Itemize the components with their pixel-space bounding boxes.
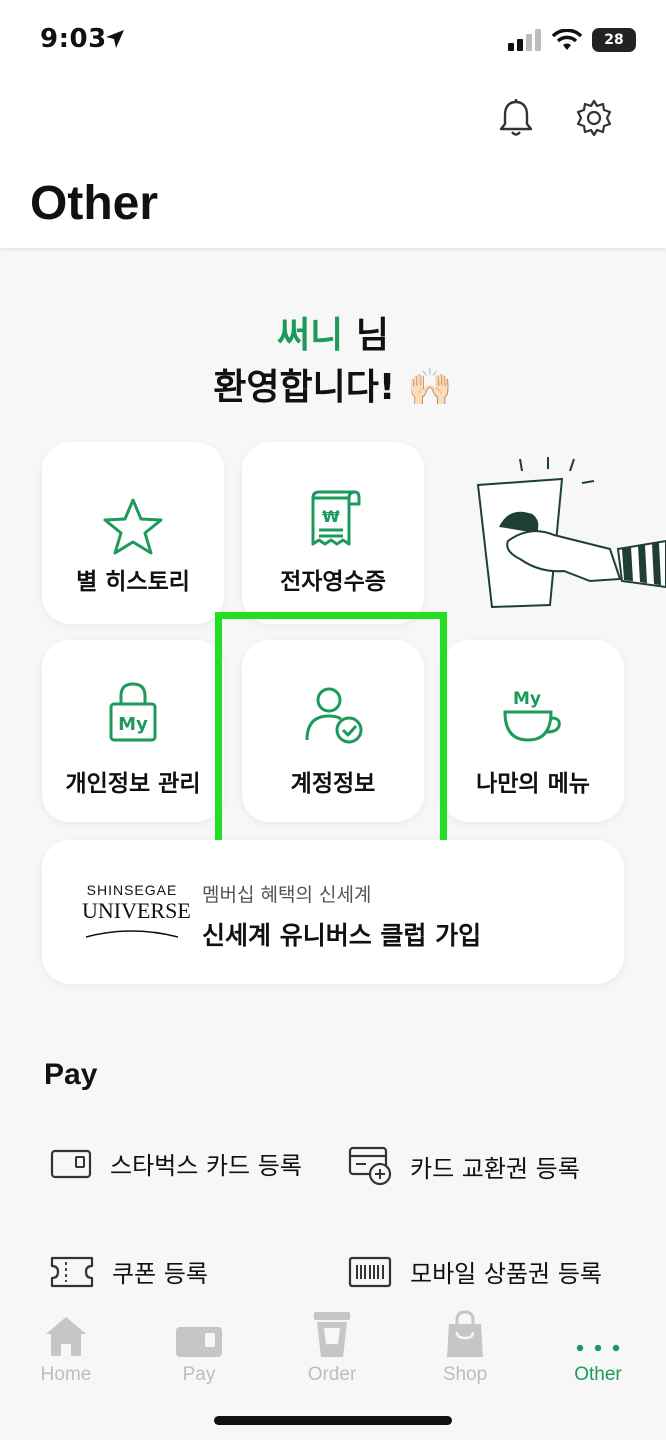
tab-other[interactable]: Other [548, 1310, 648, 1386]
signal-icon [508, 29, 541, 51]
welcome-message: 써니 님 환영합니다! 🙌🏻 [0, 310, 666, 414]
highlight-box [215, 612, 447, 852]
register-mobile-gift-label: 모바일 상품권 등록 [410, 1260, 602, 1288]
honorific: 님 [343, 315, 389, 356]
status-time: 9:03 [40, 24, 107, 54]
register-card-voucher[interactable]: 카드 교환권 등록 [348, 1146, 580, 1186]
tab-other-label: Other [574, 1364, 622, 1385]
battery-level: 28 [604, 32, 624, 48]
wifi-icon [552, 29, 582, 50]
pay-section-title: Pay [44, 1058, 98, 1091]
welcome-line-2: 환영합니다! 🙌🏻 [213, 367, 453, 408]
svg-text:My: My [513, 689, 541, 709]
battery-indicator: 28 [592, 28, 636, 52]
star-icon [103, 498, 163, 555]
cup-icon [314, 1312, 350, 1357]
my-menu-label: 나만의 메뉴 [476, 771, 590, 797]
card-icon [50, 1149, 92, 1178]
tab-order-label: Order [307, 1364, 357, 1385]
banner-title: 신세계 유니버스 클럽 가입 [202, 921, 482, 950]
status-indicators: 28 [508, 28, 636, 52]
user-name: 써니 [277, 315, 344, 356]
tab-home-label: Home [40, 1364, 92, 1385]
star-history-tile[interactable]: 별 히스토리 [42, 442, 224, 624]
welcome-line-1: 써니 님 [0, 310, 666, 362]
register-starbucks-card[interactable]: 스타벅스 카드 등록 [50, 1146, 302, 1181]
tab-pay[interactable]: Pay [149, 1310, 249, 1386]
tab-home[interactable]: Home [16, 1310, 116, 1386]
e-receipt-label: 전자영수증 [280, 569, 386, 595]
page-title: Other [30, 177, 159, 230]
card-add-icon [348, 1146, 392, 1186]
gear-icon[interactable] [572, 96, 616, 140]
tab-order[interactable]: Order [282, 1310, 382, 1386]
barcode-icon [348, 1256, 392, 1287]
privacy-tile[interactable]: My 개인정보 관리 [42, 640, 224, 822]
register-starbucks-card-label: 스타벅스 카드 등록 [110, 1152, 302, 1180]
shinsegae-universe-logo: SHINSEGAE UNIVERSE [82, 882, 191, 943]
privacy-label: 개인정보 관리 [65, 771, 201, 797]
header: Other [0, 80, 666, 248]
register-mobile-gift[interactable]: 모바일 상품권 등록 [348, 1254, 602, 1289]
home-indicator [214, 1416, 452, 1425]
banner-subtitle: 멤버십 혜택의 신세계 [202, 884, 372, 906]
tab-shop[interactable]: Shop [415, 1310, 515, 1386]
svg-text:₩: ₩ [322, 507, 340, 526]
more-dots-icon [576, 1344, 620, 1352]
coupon-icon [50, 1256, 94, 1287]
register-coupon[interactable]: 쿠폰 등록 [50, 1254, 208, 1289]
svg-text:My: My [118, 714, 148, 735]
register-coupon-label: 쿠폰 등록 [112, 1260, 208, 1288]
status-bar: 9:03 28 [0, 0, 666, 80]
register-card-voucher-label: 카드 교환권 등록 [410, 1154, 580, 1183]
pay-card-icon [176, 1327, 222, 1357]
location-arrow-icon [106, 30, 124, 48]
receipt-icon: ₩ [311, 490, 361, 546]
logo-top: SHINSEGAE [86, 882, 178, 898]
lock-my-icon: My [109, 682, 157, 742]
my-menu-tile[interactable]: My 나만의 메뉴 [442, 640, 624, 822]
logo-bottom: UNIVERSE [82, 898, 191, 923]
shopping-bag-icon [447, 1310, 483, 1357]
tab-pay-label: Pay [182, 1364, 216, 1385]
e-receipt-tile[interactable]: ₩ 전자영수증 [242, 442, 424, 624]
tab-shop-label: Shop [442, 1364, 488, 1385]
home-icon [46, 1317, 86, 1356]
bell-icon[interactable] [494, 96, 538, 140]
logo-swoosh [85, 930, 179, 938]
shinsegae-universe-banner[interactable]: SHINSEGAE UNIVERSE 멤버십 혜택의 신세계 신세계 유니버스 … [42, 840, 624, 984]
my-cup-icon: My [503, 689, 561, 742]
cup-hand-illustration [476, 457, 666, 609]
star-history-label: 별 히스토리 [76, 569, 190, 595]
